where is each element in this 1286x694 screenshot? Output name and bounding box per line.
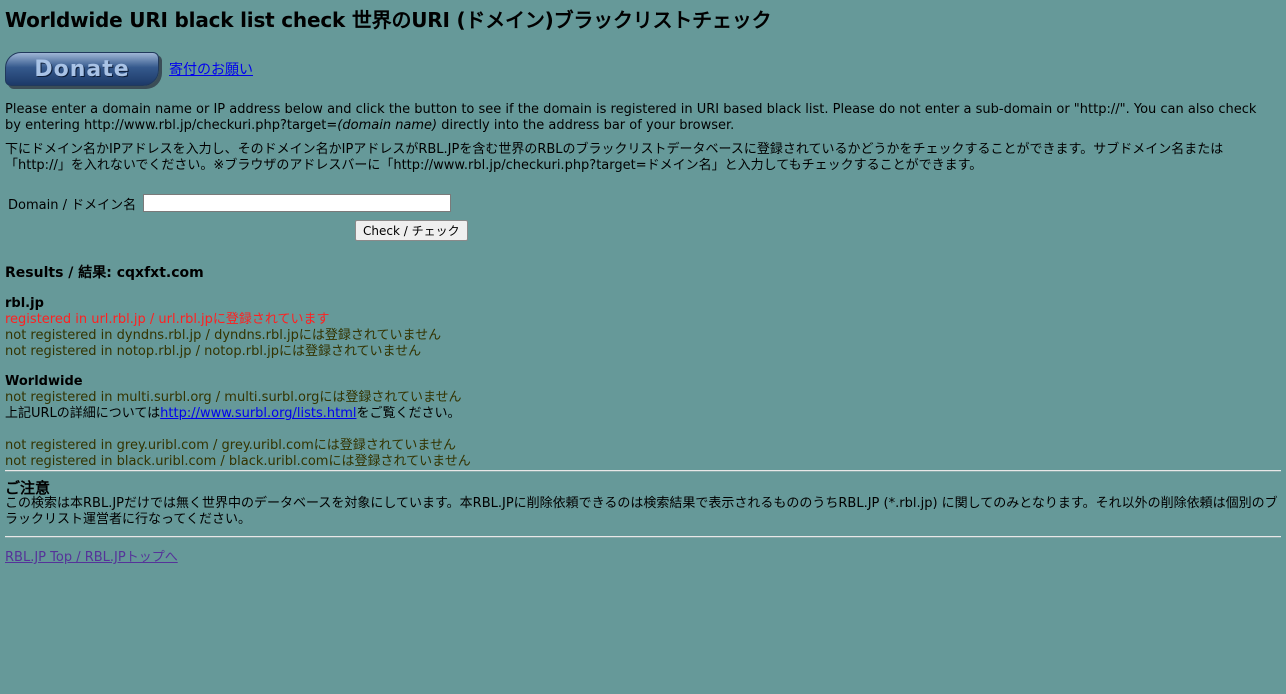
intro-english-text-end: directly into the address bar of your br… — [437, 118, 735, 133]
intro-japanese: 下にドメイン名かIPアドレスを入力し、そのドメイン名かIPアドレスがRBL.JP… — [5, 142, 1224, 173]
page-title: Worldwide URI black list check 世界のURI (ド… — [5, 8, 772, 32]
result-url-rbl-jp: registered in url.rbl.jp / url.rbl.jpに登録… — [5, 312, 330, 327]
notice-text: この検索は本RBL.JPだけでは無く世界中のデータベースを対象にしています。本R… — [5, 496, 1278, 527]
result-multi-surbl: not registered in multi.surbl.org / mult… — [5, 390, 462, 405]
results-heading: Results / 結果: cqxfxt.com — [5, 265, 204, 281]
domain-input[interactable] — [143, 194, 452, 212]
result-notop-rbl-jp: not registered in notop.rbl.jp / notop.r… — [5, 344, 422, 359]
divider — [5, 536, 1281, 538]
notice-heading: ご注意 — [5, 479, 51, 497]
rbl-jp-heading: rbl.jp — [5, 296, 44, 311]
check-button[interactable]: Check / チェック — [355, 220, 468, 241]
surbl-lists-link[interactable]: http://www.surbl.org/lists.html — [160, 406, 356, 421]
surbl-detail-note: 上記URLの詳細についてはhttp://www.surbl.org/lists.… — [5, 406, 1281, 422]
donate-request-link[interactable]: 寄付のお願い — [169, 59, 253, 79]
intro-english: Please enter a domain name or IP address… — [5, 102, 1275, 134]
rbl-jp-top-link[interactable]: RBL.JP Top / RBL.JPトップへ — [5, 546, 178, 565]
surbl-detail-text-end: をご覧ください。 — [356, 406, 461, 421]
worldwide-heading: Worldwide — [5, 374, 83, 389]
intro-english-placeholder: (domain name) — [337, 118, 438, 133]
check-row: Check / チェック — [355, 220, 1281, 242]
result-dyndns-rbl-jp: not registered in dyndns.rbl.jp / dyndns… — [5, 328, 442, 343]
divider — [5, 470, 1281, 472]
donate-row: Donate 寄付のお願い — [5, 52, 1281, 86]
result-black-uribl: not registered in black.uribl.com / blac… — [5, 454, 471, 469]
domain-form: Domain / ドメイン名 — [8, 192, 1281, 214]
result-grey-uribl: not registered in grey.uribl.com / grey.… — [5, 438, 456, 453]
domain-label: Domain / ドメイン名 — [8, 197, 137, 213]
surbl-detail-text: 上記URLの詳細については — [5, 406, 161, 421]
donate-button[interactable]: Donate — [5, 52, 159, 86]
